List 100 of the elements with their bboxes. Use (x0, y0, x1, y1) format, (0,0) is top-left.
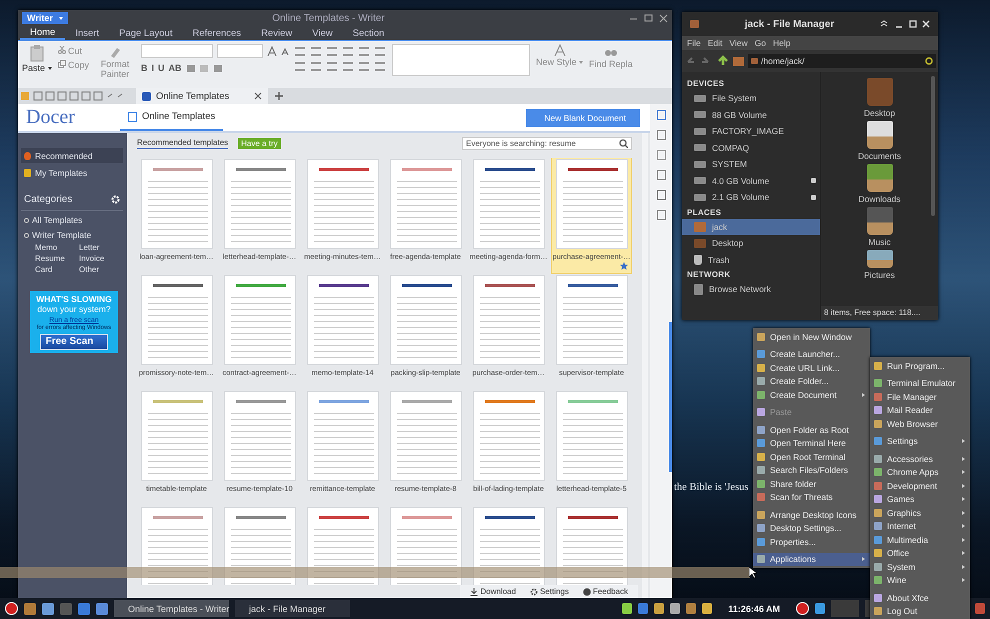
menu-item[interactable]: Settings (870, 434, 970, 448)
reload-icon[interactable] (925, 57, 933, 65)
document-tab[interactable]: Online Templates (136, 88, 268, 104)
sidebar-item[interactable]: COMPAQ (682, 140, 820, 156)
window-controls-icon[interactable] (880, 20, 930, 28)
eject-icon[interactable] (811, 178, 816, 184)
sidebar-item[interactable]: SYSTEM (682, 156, 820, 172)
taskbar-window-button[interactable]: jack - File Manager (235, 600, 350, 617)
close-icon[interactable] (659, 14, 668, 22)
plus-icon[interactable] (274, 91, 284, 101)
folder-item[interactable]: Music (840, 207, 920, 247)
format-button[interactable]: B (141, 63, 148, 73)
menu-item[interactable]: Chrome Apps (870, 466, 970, 479)
menu-item[interactable]: Log Out (870, 604, 970, 618)
search-icon[interactable] (619, 138, 628, 148)
menu-item[interactable]: Wine (870, 574, 970, 587)
menu-item[interactable]: Graphics (870, 506, 970, 520)
ribbon-tab[interactable]: Section (342, 26, 394, 40)
menu-item[interactable]: Open in New Window (753, 330, 870, 344)
path-field[interactable]: /home/jack/ (748, 54, 936, 68)
maximize-icon[interactable] (644, 14, 653, 22)
menu-item[interactable]: Create Folder... (753, 374, 870, 388)
menu-item[interactable]: Office (870, 546, 970, 560)
format-button[interactable]: I (152, 63, 154, 73)
tray-icon[interactable] (670, 603, 680, 614)
navigation-icons[interactable] (685, 55, 745, 67)
menu-item[interactable]: Create URL Link... (753, 361, 870, 374)
launcher-icon[interactable] (96, 602, 108, 614)
menu-item[interactable]: Create Launcher... (753, 348, 870, 361)
ribbon-tab[interactable]: View (302, 26, 343, 40)
page-tab[interactable]: Online Templates (120, 104, 224, 131)
recommended-tab[interactable]: Recommended templates (137, 138, 228, 148)
sidebar-item[interactable]: My Templates (21, 165, 123, 180)
menu-item[interactable]: Scan for Threats (753, 490, 870, 504)
font-name-field[interactable] (141, 44, 214, 58)
menu-item[interactable]: Games (870, 492, 970, 506)
sidebar-item[interactable]: FACTORY_IMAGE (682, 123, 820, 140)
clipboard-icon[interactable] (28, 44, 45, 62)
menu-item[interactable]: Desktop Settings... (753, 522, 870, 535)
menu-item[interactable]: About Xfce (870, 591, 970, 604)
ribbon-tab[interactable]: Insert (65, 26, 110, 40)
menu-item[interactable]: Terminal Emulator (870, 376, 970, 390)
taskbar-window-button[interactable]: Online Templates - Writer (114, 600, 229, 617)
free-scan-button[interactable]: Free Scan (40, 334, 108, 350)
menu-item[interactable]: View (729, 38, 748, 48)
scrollbar[interactable] (931, 76, 935, 216)
menu-item[interactable]: Web Browser (870, 417, 970, 430)
category-link[interactable]: Letter (79, 243, 123, 252)
search-field[interactable]: Everyone is searching: resume (462, 136, 632, 150)
sidebar-item[interactable]: Trash (682, 252, 820, 268)
launcher-icon[interactable] (42, 602, 54, 614)
menu-item[interactable]: Share folder (753, 477, 870, 490)
menu-item[interactable]: Edit (708, 38, 722, 48)
format-button[interactable]: AB (168, 63, 182, 73)
footer-button[interactable]: Settings (530, 587, 569, 596)
settings-icon[interactable] (111, 195, 120, 204)
footer-button[interactable]: Feedback (582, 587, 628, 596)
category-link[interactable]: All Templates (21, 211, 123, 226)
category-link[interactable]: Writer Template (21, 226, 123, 241)
new-blank-document-button[interactable]: New Blank Document (526, 108, 640, 126)
folder-item[interactable]: Desktop (840, 78, 920, 118)
menu-item[interactable]: Properties... (753, 535, 870, 548)
menu-item[interactable]: Search Files/Folders (753, 464, 870, 477)
sidebar-item[interactable]: 4.0 GB Volume (682, 172, 820, 189)
app-menu-icon[interactable] (5, 602, 18, 615)
menu-item[interactable]: Open Root Terminal (753, 450, 870, 464)
tray-icon[interactable] (622, 603, 632, 614)
format-button[interactable]: U (158, 63, 165, 73)
launcher-icon[interactable] (24, 602, 36, 614)
eject-icon[interactable] (811, 194, 816, 200)
menu-item[interactable]: Development (870, 479, 970, 492)
writer-app-button[interactable]: Writer (22, 12, 68, 24)
tray-icon[interactable] (654, 603, 664, 614)
menu-item[interactable]: Multimedia (870, 533, 970, 546)
paste-button[interactable]: Paste (22, 63, 52, 73)
scrollbar[interactable] (642, 133, 648, 598)
tray-icon[interactable] (702, 603, 712, 614)
menu-item[interactable]: Applications (753, 552, 870, 566)
tray-icon[interactable] (638, 603, 648, 614)
folder-item[interactable]: Downloads (840, 164, 920, 204)
category-link[interactable]: Resume (35, 254, 79, 263)
menu-item[interactable]: Open Folder as Root (753, 423, 870, 436)
sidebar-item[interactable]: Recommended (21, 148, 123, 163)
sidebar-item[interactable]: 2.1 GB Volume (682, 189, 820, 206)
sidebar-item[interactable]: jack (682, 218, 820, 235)
menu-item[interactable]: File (687, 38, 701, 48)
menu-item[interactable]: Run Program... (870, 359, 970, 372)
sidebar-item[interactable]: Browse Network (682, 281, 820, 298)
sidebar-item[interactable]: File System (682, 90, 820, 106)
grow-font-icon[interactable] (267, 46, 278, 56)
menu-item[interactable]: Help (772, 38, 790, 48)
tray-icon[interactable] (686, 603, 696, 614)
footer-button[interactable]: Download (470, 587, 516, 596)
menu-item[interactable]: Arrange Desktop Icons (753, 508, 870, 522)
menu-item[interactable]: Mail Reader (870, 404, 970, 417)
font-size-field[interactable] (217, 44, 264, 58)
menu-item[interactable]: System (870, 560, 970, 574)
menu-item[interactable]: Go (754, 38, 766, 48)
ribbon-tab[interactable]: References (182, 26, 252, 40)
folder-item[interactable]: Documents (840, 121, 920, 161)
